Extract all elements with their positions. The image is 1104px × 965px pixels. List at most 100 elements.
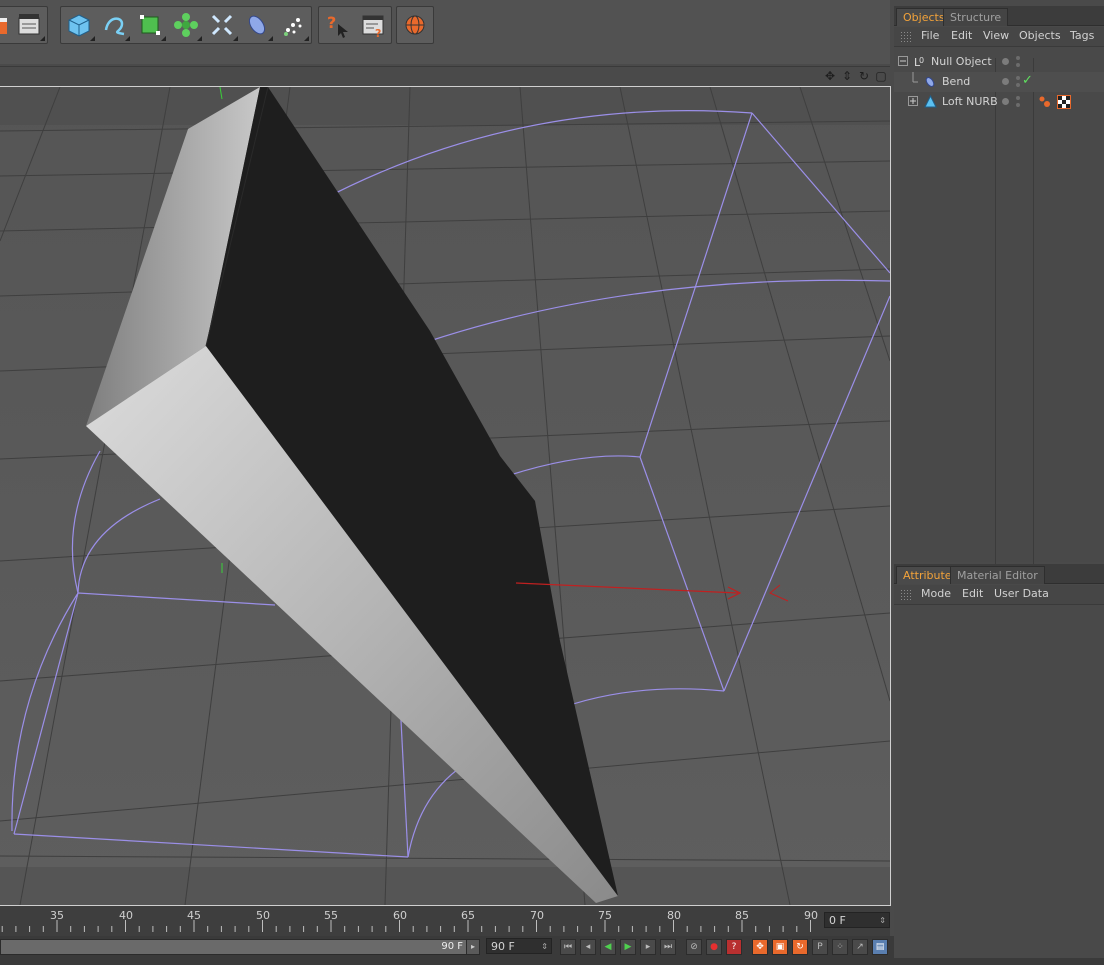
tick-label: 90: [804, 909, 818, 922]
toolbar-group-help: ? ?: [318, 6, 392, 44]
tick-label: 75: [598, 909, 612, 922]
phong-tag-icon[interactable]: [1038, 95, 1052, 109]
maximize-view-icon[interactable]: ▢: [874, 69, 888, 83]
help-cursor-icon[interactable]: ?: [321, 9, 353, 41]
tick-label: 65: [461, 909, 475, 922]
column-divider: [1033, 58, 1034, 564]
visibility-dot[interactable]: [1002, 98, 1009, 105]
go-to-start-icon[interactable]: ⏮: [560, 939, 576, 955]
tick-label: 70: [530, 909, 544, 922]
particle-icon[interactable]: [277, 9, 310, 41]
list-item[interactable]: Bend ✓: [894, 72, 1104, 92]
cube-icon[interactable]: [63, 9, 95, 41]
spline-pen-icon[interactable]: [99, 9, 131, 41]
tick-label: 60: [393, 909, 407, 922]
menu-mode[interactable]: Mode: [921, 587, 951, 600]
range-slider[interactable]: 90 F: [0, 939, 468, 955]
expand-icon[interactable]: [908, 96, 920, 108]
tick-label: 35: [50, 909, 64, 922]
edit-render-settings-icon[interactable]: [13, 9, 45, 41]
menu-file[interactable]: File: [921, 29, 939, 42]
grip-icon[interactable]: [900, 31, 912, 42]
go-to-end-icon[interactable]: ⏭: [660, 939, 676, 955]
key-pla-icon[interactable]: ⁘: [832, 939, 848, 955]
timeline-icon[interactable]: ?: [357, 9, 389, 41]
scene-icon[interactable]: [206, 9, 238, 41]
viewport-header: ✥ ⇕ ↻ ▢: [0, 66, 890, 87]
editor-visibility-dot[interactable]: [1016, 76, 1020, 80]
objects-tabbar: Objects Structure: [894, 6, 1104, 26]
array-icon[interactable]: [170, 9, 202, 41]
status-bar: [0, 958, 1104, 965]
range-handle-icon[interactable]: ▸: [466, 939, 480, 955]
move-view-icon[interactable]: ✥: [823, 69, 837, 83]
end-frame-field[interactable]: 90 F ⇕: [486, 938, 552, 954]
svg-text:?: ?: [375, 27, 381, 38]
playback-controls: 90 F ▸ 90 F ⇕ ⏮ ◂ ◀ ▶ ▸ ⏭ ⊘ ● ? ✥ ▣ ↻ P …: [0, 936, 894, 958]
render-visibility-dot[interactable]: [1016, 103, 1020, 107]
nurbs-icon[interactable]: [134, 9, 167, 41]
globe-icon[interactable]: [399, 9, 431, 41]
menu-objects[interactable]: Objects: [1019, 29, 1061, 42]
object-name: Null Object: [931, 55, 992, 68]
main-toolbar: ? ?: [0, 0, 890, 64]
texture-tag-icon[interactable]: [1057, 95, 1071, 109]
visibility-dot[interactable]: [1002, 58, 1009, 65]
object-name: Bend: [942, 75, 971, 88]
attributes-tabbar: Attributes Material Editor: [894, 564, 1104, 584]
enabled-check-icon[interactable]: ✓: [1022, 73, 1033, 88]
key-rotation-icon[interactable]: ↻: [792, 939, 808, 955]
play-backward-icon[interactable]: ◀: [600, 939, 616, 955]
stepper-icon[interactable]: ⇕: [879, 913, 886, 929]
record-disabled-icon[interactable]: ⊘: [686, 939, 702, 955]
object-name: Loft NURB: [942, 95, 998, 108]
visibility-dot[interactable]: [1002, 78, 1009, 85]
render-visibility-dot[interactable]: [1016, 83, 1020, 87]
render-visibility-dot[interactable]: [1016, 63, 1020, 67]
collapse-icon[interactable]: [898, 56, 910, 68]
tick-label: 80: [667, 909, 681, 922]
tree-connector: [912, 72, 918, 83]
viewport-scene: [0, 87, 890, 905]
play-forward-icon[interactable]: ▶: [620, 939, 636, 955]
tick-label: 50: [256, 909, 270, 922]
render-clapper-icon[interactable]: [0, 9, 9, 41]
autokey-icon[interactable]: ?: [726, 939, 742, 955]
timeline-window-icon[interactable]: ▤: [872, 939, 888, 955]
menu-tags[interactable]: Tags: [1070, 29, 1094, 42]
toolbar-group-web: [396, 6, 434, 44]
tab-material-editor[interactable]: Material Editor: [950, 566, 1045, 584]
deformer-icon[interactable]: [242, 9, 274, 41]
editor-visibility-dot[interactable]: [1016, 96, 1020, 100]
menu-edit[interactable]: Edit: [962, 587, 983, 600]
attributes-menubar: Mode Edit User Data: [894, 585, 1104, 605]
previous-key-icon[interactable]: ◂: [580, 939, 596, 955]
attributes-panel: Attributes Material Editor Mode Edit Use…: [894, 564, 1104, 958]
3d-viewport[interactable]: [0, 86, 891, 906]
list-item[interactable]: L0 Null Object: [894, 52, 1104, 72]
key-parameter-icon[interactable]: P: [812, 939, 828, 955]
current-frame-field[interactable]: 0 F ⇕: [824, 912, 890, 928]
list-item[interactable]: Loft NURB: [894, 92, 1104, 112]
tab-structure[interactable]: Structure: [943, 8, 1009, 26]
menu-user-data[interactable]: User Data: [994, 587, 1049, 600]
menu-view[interactable]: View: [983, 29, 1009, 42]
timeline-ruler[interactable]: 35 40 45 50 55 60 65 70 75 80 85 90 0 F …: [0, 906, 890, 936]
key-position-icon[interactable]: ✥: [752, 939, 768, 955]
objects-panel: Objects Structure File Edit View Objects…: [894, 6, 1104, 564]
range-end-label: 90 F: [441, 941, 463, 952]
tick-label: 85: [735, 909, 749, 922]
toolbar-group-render: [0, 6, 48, 44]
stepper-icon[interactable]: ⇕: [541, 939, 548, 955]
editor-visibility-dot[interactable]: [1016, 56, 1020, 60]
grip-icon[interactable]: [900, 589, 912, 600]
interpolation-icon[interactable]: ↗: [852, 939, 868, 955]
current-frame-value: 0 F: [829, 914, 846, 927]
end-frame-value: 90 F: [491, 940, 515, 953]
next-key-icon[interactable]: ▸: [640, 939, 656, 955]
key-scale-icon[interactable]: ▣: [772, 939, 788, 955]
zoom-view-icon[interactable]: ⇕: [840, 69, 854, 83]
record-keys-icon[interactable]: ●: [706, 939, 722, 955]
rotate-view-icon[interactable]: ↻: [857, 69, 871, 83]
menu-edit[interactable]: Edit: [951, 29, 972, 42]
